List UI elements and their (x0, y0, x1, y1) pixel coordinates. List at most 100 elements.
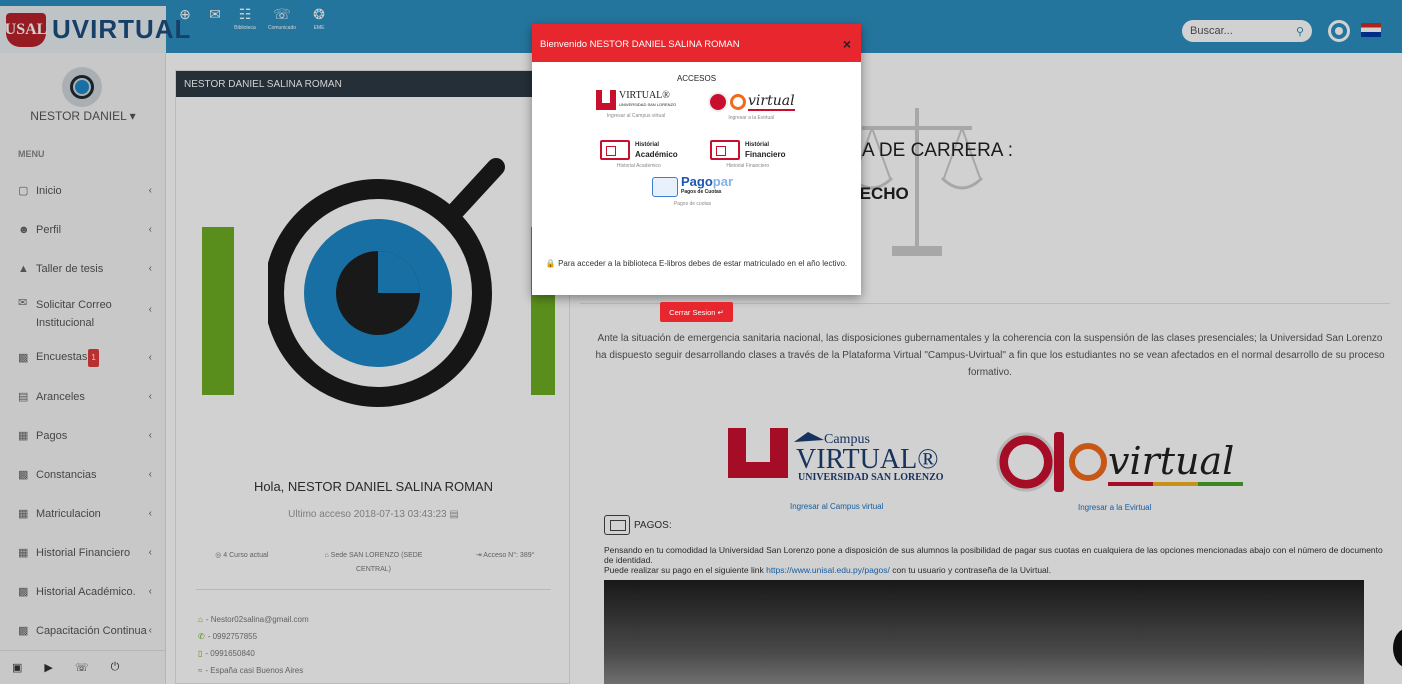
menu-header: MENU (18, 149, 45, 159)
chevron-left-icon: ‹ (148, 391, 152, 402)
evirtual-tile[interactable]: virtual Ingresar a la Evirtual (708, 92, 795, 121)
money-icon: ▦ (18, 547, 29, 559)
cards-icon (652, 177, 678, 197)
mail-icon[interactable]: ✉ (200, 6, 230, 46)
facebook-icon[interactable]: ▣ (12, 661, 22, 674)
sidebar-item-label: Pagos (36, 429, 68, 442)
search-icon[interactable]: ⚲ (1296, 25, 1304, 38)
evirtual-mini-word: virtual (748, 93, 795, 111)
chevron-left-icon: ‹ (148, 263, 152, 274)
sede: ⌂ Sede SAN LORENZO (SEDE CENTRAL) (324, 552, 423, 573)
email-icon: ⌂ (198, 615, 203, 624)
whatsapp-icon[interactable]: ☏ (75, 661, 89, 674)
document-icon (600, 140, 630, 160)
eme-icon[interactable]: ❂ EME (304, 6, 334, 46)
money-document-icon (710, 140, 740, 160)
sidebar-item-label: Encuestas (36, 351, 88, 364)
users-icon: ☻ (18, 223, 30, 236)
hist-acad-caption: Historial Academico (616, 163, 661, 169)
money-icon: ▦ (18, 430, 29, 442)
sidebar-item-historial-financiero[interactable]: ▦ Historial Financiero ‹ (0, 533, 166, 572)
evirtual-caption: Ingresar a la Evirtual (728, 115, 775, 121)
sidebar-item-aranceles[interactable]: ▤ Aranceles ‹ (0, 377, 166, 416)
chevron-left-icon: ‹ (148, 185, 152, 196)
campus-virtual-tile[interactable]: VIRTUAL® UNIVERSIDAD SAN LORENZO Ingresar… (596, 90, 676, 119)
sidebar-item-encuestas[interactable]: ▩ Encuestas 1 ‹ (0, 338, 166, 377)
notification-badge: 1 (88, 348, 99, 367)
sidebar-item-historial-academico[interactable]: ▩ Historial Académico. ‹ (0, 572, 166, 611)
sidebar-item-inicio[interactable]: ▢ Inicio ‹ (0, 171, 166, 210)
modal-body: ACCESOS VIRTUAL® UNIVERSIDAD SAN LORENZO … (532, 62, 861, 322)
avatar-pupil (75, 80, 89, 94)
pagos-text: Pensando en tu comodidad la Universidad … (604, 545, 1394, 575)
campus-virtual-link[interactable]: Ingresar al Campus virtual (790, 502, 883, 511)
hist-acad-word: Académico (635, 150, 678, 159)
sidebar: NESTOR DANIEL ▾ MENU ▢ Inicio ‹ ☻ Perfil… (0, 53, 166, 684)
avatar (62, 67, 102, 107)
historial-academico-tile[interactable]: Histórial Académico Historial Academico (600, 140, 678, 169)
pagopar-tile[interactable]: Pagopar Pagos de Cuotas Pagos de cuotas (652, 175, 733, 207)
paraguay-flag-icon[interactable] (1361, 23, 1381, 37)
decorative-bar-left (202, 227, 234, 395)
search-input[interactable]: Buscar... ⚲ (1182, 20, 1312, 42)
plus-circle-icon[interactable]: ⊕ (170, 6, 200, 46)
sidebar-item-perfil[interactable]: ☻ Perfil ‹ (0, 210, 166, 249)
id-card-icon: ▦ (18, 508, 29, 520)
pagos-heading: PAGOS: (604, 515, 672, 535)
sidebar-item-label: Constancias (36, 468, 97, 481)
sidebar-footer: ▣ ▶ ☏ ⏻ (0, 650, 166, 684)
comunicado-icon[interactable]: ☏ Comunicado (260, 6, 304, 46)
mobile-text: - 0991650840 (205, 649, 255, 658)
topbar-shortcuts: ⊕ ✉ ☷ Biblioteca ☏ Comunicado ❂ EME (170, 6, 334, 46)
universidad-word: UNIVERSIDAD SAN LORENZO (798, 472, 944, 483)
e-logo-icon (730, 94, 746, 110)
university-shield-icon: USAL (5, 12, 47, 47)
pagos-link[interactable]: https://www.unisal.edu.py/pagos/ (766, 565, 890, 575)
user-menu-toggle[interactable]: NESTOR DANIEL ▾ (0, 109, 166, 123)
biblioteca-icon[interactable]: ☷ Biblioteca (230, 6, 260, 46)
chevron-left-icon: ‹ (148, 469, 152, 480)
payment-icon (604, 515, 630, 535)
campus-virtual-logo[interactable]: Campus VIRTUAL® UNIVERSIDAD SAN LORENZO (728, 428, 958, 492)
eye-logo-icon[interactable] (1328, 20, 1350, 42)
sidebar-item-label: Taller de tesis (36, 262, 104, 275)
sidebar-item-solicitar-correo[interactable]: ✉ Solicitar Correo Institucional ‹ (0, 288, 166, 338)
campus-mini-small: UNIVERSIDAD SAN LORENZO (619, 102, 677, 107)
sidebar-item-capacitacion[interactable]: ▩ Capacitación Continua ‹ (0, 611, 166, 650)
pagos-text-1: Pensando en tu comodidad la Universidad … (604, 545, 1383, 565)
welcome-modal: Bienvenido NESTOR DANIEL SALINA ROMAN × … (532, 24, 861, 322)
modal-title: Bienvenido NESTOR DANIEL SALINA ROMAN (540, 39, 740, 50)
sidebar-item-constancias[interactable]: ▩ Constancias ‹ (0, 455, 166, 494)
sidebar-item-taller-tesis[interactable]: ▲ Taller de tesis ‹ (0, 249, 166, 288)
evirtual-link[interactable]: Ingresar a la Evirtual (1078, 503, 1151, 512)
close-icon[interactable]: × (843, 36, 851, 52)
chevron-left-icon: ‹ (148, 304, 152, 315)
evirtual-mini-logo: virtual (708, 92, 795, 112)
carrera-label: A DE CARRERA : (862, 140, 1013, 161)
sidebar-item-label: Aranceles (36, 390, 85, 403)
floating-button[interactable] (1393, 628, 1402, 668)
media-banner (604, 580, 1364, 684)
sidebar-item-matriculacion[interactable]: ▦ Matriculacion ‹ (0, 494, 166, 533)
graduation-cap-icon: ▲ (18, 262, 29, 275)
last-access-text: Ultimo acceso 2018-07-13 03:43:23 ▤ (288, 509, 459, 520)
historial-financiero-tile[interactable]: Histórial Financiero Historial Financiero (710, 140, 785, 169)
app-logo[interactable]: USAL UVIRTUAL (0, 6, 190, 53)
pagopar-caption: Pagos de cuotas (673, 201, 712, 207)
youtube-icon[interactable]: ▶ (44, 661, 52, 674)
phone-text: - 0992757855 (207, 632, 258, 641)
comunicado-label: Comunicado (267, 25, 297, 31)
logout-button[interactable]: Cerrar Sesion ↵ (660, 302, 733, 322)
greeting-text: Hola, NESTOR DANIEL SALINA ROMAN (253, 479, 494, 494)
chevron-left-icon: ‹ (148, 586, 152, 597)
hist-fin-caption: Historial Financiero (726, 163, 770, 169)
file-icon: ▩ (18, 625, 29, 637)
contact-list: ⌂ - Nestor02salina@gmail.com ✆ - 099275785… (198, 611, 309, 679)
hist-acad-label: Histórial (635, 142, 660, 148)
evirtual-logo[interactable]: virtual (996, 430, 1246, 494)
sidebar-item-pagos[interactable]: ▦ Pagos ‹ (0, 416, 166, 455)
profile-eye-logo-icon (268, 158, 505, 407)
pagos-title-text: PAGOS: (634, 519, 672, 531)
profile-info-row: ◎ 4 Curso actual ⌂ Sede SAN LORENZO (SED… (176, 549, 571, 577)
power-icon[interactable]: ⏻ (111, 661, 120, 674)
